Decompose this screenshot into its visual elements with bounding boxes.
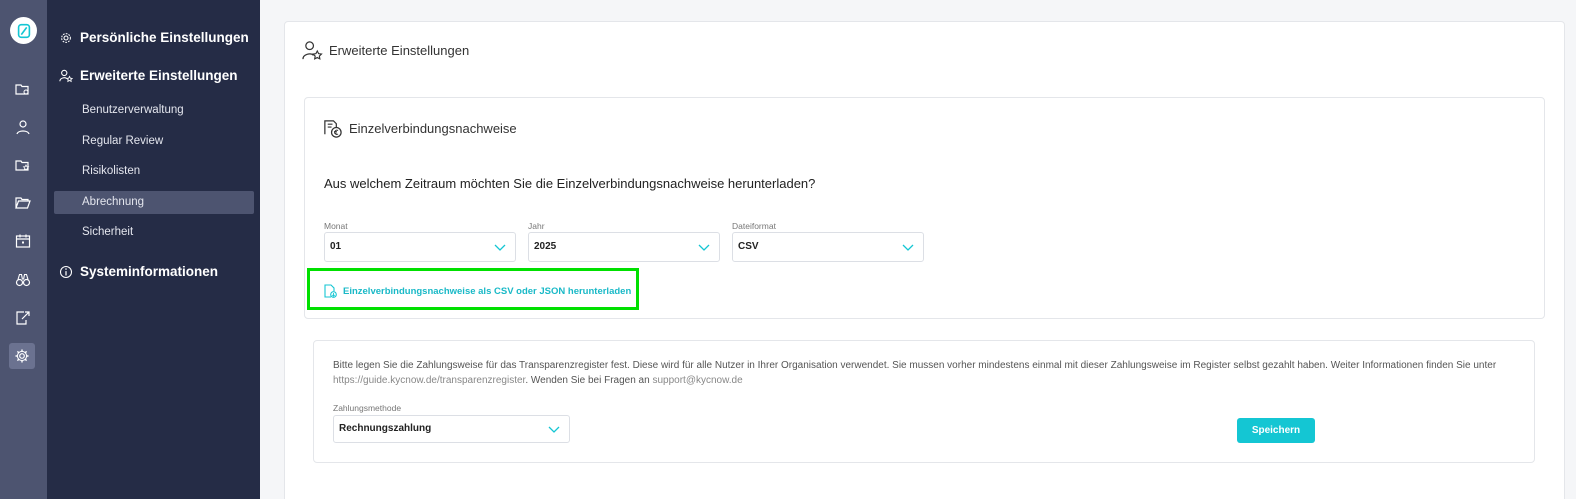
monat-value: 01: [330, 241, 342, 252]
document-euro-icon: [324, 120, 342, 138]
folder-star-icon[interactable]: [12, 154, 34, 176]
info-text-part: . Wenden Sie bei Fragen an: [525, 375, 650, 386]
folder-settings-icon[interactable]: [12, 78, 34, 100]
chevron-down-icon: [698, 244, 710, 251]
monat-label: Monat: [324, 221, 348, 231]
file-download-icon: [324, 284, 337, 298]
nav-section-erweiterte-einstellungen[interactable]: Erweiterte Einstellungen: [59, 68, 238, 83]
nav-item-benutzerverwaltung[interactable]: Benutzerverwaltung: [82, 104, 184, 116]
user-star-icon: [302, 41, 323, 60]
app-logo-icon[interactable]: [10, 17, 37, 44]
download-link[interactable]: Einzelverbindungsnachweise als CSV oder …: [323, 284, 631, 298]
gear-icon[interactable]: [9, 343, 35, 369]
nav-item-risikolisten[interactable]: Risikolisten: [82, 165, 140, 177]
chevron-down-icon: [902, 244, 914, 251]
nav-section-label: Systeminformationen: [80, 264, 219, 279]
nav-section-label: Persönliche Einstellungen: [80, 30, 249, 45]
jahr-label: Jahr: [528, 221, 545, 231]
period-question: Aus welchem Zeitraum möchten Sie die Ein…: [324, 176, 816, 191]
zahlungsmethode-label: Zahlungsmethode: [333, 403, 402, 413]
gear-icon: [61, 32, 71, 43]
download-link-text: Einzelverbindungsnachweise als CSV oder …: [343, 285, 632, 297]
user-star-icon: [59, 69, 73, 82]
page-title: Erweiterte Einstellungen: [302, 40, 469, 61]
card-title-text: Einzelverbindungsnachweise: [349, 121, 517, 136]
binoculars-icon[interactable]: [12, 269, 34, 291]
chevron-down-icon: [494, 244, 506, 251]
page-title-text: Erweiterte Einstellungen: [329, 43, 470, 58]
export-icon[interactable]: [12, 307, 34, 329]
support-email-link[interactable]: support@kycnow.de: [652, 375, 742, 386]
user-search-icon[interactable]: [12, 116, 34, 138]
nav-section-label: Erweiterte Einstellungen: [80, 68, 238, 83]
dateiformat-value: CSV: [738, 241, 759, 252]
dateiformat-select[interactable]: CSV: [732, 232, 924, 262]
nav-section-persoenliche-einstellungen[interactable]: Persönliche Einstellungen: [59, 30, 249, 45]
card-title: Einzelverbindungsnachweise: [322, 118, 517, 139]
nav-section-systeminformationen[interactable]: Systeminformationen: [59, 264, 218, 279]
calendar-icon[interactable]: [12, 230, 34, 252]
save-button[interactable]: Speichern: [1237, 418, 1315, 443]
chevron-down-icon: [548, 426, 560, 433]
zahlungsmethode-select[interactable]: Rechnungszahlung: [333, 415, 570, 443]
nav-item-regular-review[interactable]: Regular Review: [82, 135, 163, 147]
monat-select[interactable]: 01: [324, 232, 516, 262]
guide-link[interactable]: https://guide.kycnow.de/transparenzregis…: [333, 375, 525, 386]
jahr-select[interactable]: 2025: [528, 232, 720, 262]
nav-item-sicherheit[interactable]: Sicherheit: [82, 226, 133, 238]
jahr-value: 2025: [534, 241, 557, 252]
folder-open-icon[interactable]: [12, 192, 34, 214]
icon-rail: [0, 0, 47, 499]
settings-nav: Persönliche Einstellungen Erweiterte Ein…: [47, 0, 260, 499]
nav-item-abrechnung[interactable]: Abrechnung: [54, 191, 254, 214]
info-icon: [59, 265, 73, 278]
dateiformat-label: Dateiformat: [732, 221, 776, 231]
payment-info-text: Bitte legen Sie die Zahlungsweise für da…: [333, 358, 1518, 388]
zahlungsmethode-value: Rechnungszahlung: [339, 423, 432, 434]
info-text-part: Bitte legen Sie die Zahlungsweise für da…: [333, 360, 1497, 371]
